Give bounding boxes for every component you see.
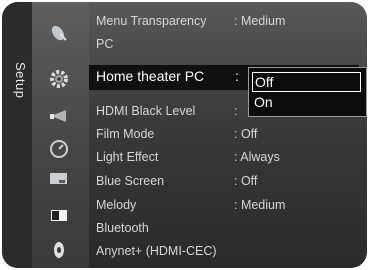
menu-item-value: : Medium xyxy=(234,198,286,212)
menu-item-label: Home theater PC xyxy=(96,68,205,84)
menu-item-value: : Always xyxy=(234,150,280,164)
menu-item-value: : Off xyxy=(234,127,258,141)
home-theater-pc-dropdown[interactable]: Off On xyxy=(248,67,367,117)
menu-item-label: Light Effect xyxy=(96,150,159,164)
dropdown-option-on[interactable]: On xyxy=(252,93,361,113)
gear-icon[interactable] xyxy=(48,68,70,90)
menu-item-label: Melody xyxy=(96,198,137,212)
menu-item-value: : Off xyxy=(234,174,258,188)
timer-clock-icon[interactable] xyxy=(48,138,70,160)
menu-item-melody[interactable]: Melody : Medium xyxy=(89,194,359,218)
input-connector-icon[interactable] xyxy=(48,168,70,190)
menu-item-label: HDMI Black Level xyxy=(96,104,196,118)
setup-tab[interactable]: Setup xyxy=(2,2,32,268)
category-icon-column xyxy=(32,2,89,268)
menu-item-light-effect[interactable]: Light Effect : Always xyxy=(89,146,359,170)
menu-item-label: Bluetooth xyxy=(96,221,149,235)
menu-item-label: Anynet+ (HDMI-CEC) xyxy=(96,244,217,258)
menu-item-label: PC xyxy=(96,37,114,51)
menu-item-label: Film Mode xyxy=(96,127,155,141)
menu-item-bluetooth[interactable]: Bluetooth xyxy=(89,217,359,241)
menu-item-film-mode[interactable]: Film Mode : Off xyxy=(89,123,359,147)
menu-item-menu-transparency[interactable]: Menu Transparency : Medium xyxy=(89,10,359,34)
menu-item-value: : xyxy=(234,104,238,118)
setup-menu-list: Menu Transparency : Medium PC Home theat… xyxy=(89,2,367,268)
menu-item-label: Menu Transparency xyxy=(96,14,207,28)
menu-item-pc[interactable]: PC xyxy=(89,33,359,57)
menu-item-value: : xyxy=(235,68,239,84)
menu-item-label: Blue Screen xyxy=(96,174,165,188)
menu-item-blue-screen[interactable]: Blue Screen : Off xyxy=(89,170,359,194)
setup-tab-label: Setup xyxy=(13,62,28,99)
menu-item-value: : Medium xyxy=(234,14,286,28)
dropdown-option-label: Off xyxy=(255,74,274,90)
dropdown-option-off[interactable]: Off xyxy=(252,72,361,92)
megaphone-icon[interactable] xyxy=(48,105,70,127)
satellite-dish-icon[interactable] xyxy=(48,22,70,44)
setup-menu-panel: Setup Menu Transparency : Medium PC Home… xyxy=(2,2,367,268)
picture-icon[interactable] xyxy=(48,205,70,227)
dropdown-option-label: On xyxy=(254,94,273,110)
menu-item-anynet[interactable]: Anynet+ (HDMI-CEC) xyxy=(89,240,359,264)
disc-icon[interactable] xyxy=(48,239,70,261)
